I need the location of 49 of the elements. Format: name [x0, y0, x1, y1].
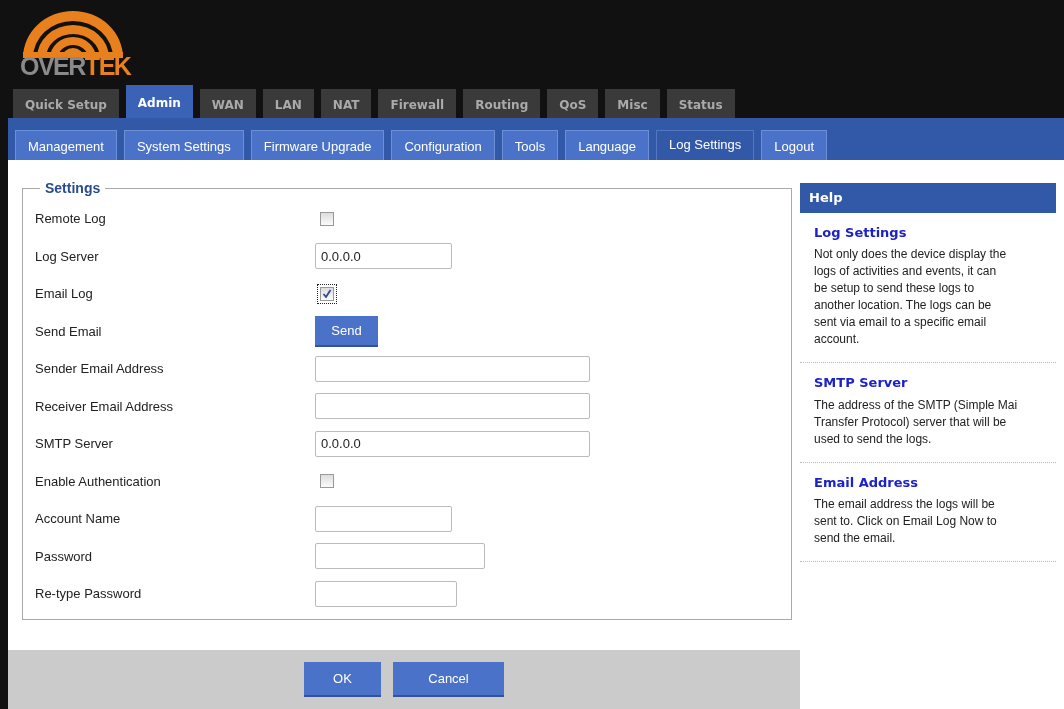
field-label: Account Name	[35, 510, 122, 528]
input-field[interactable]: 0.0.0.0	[315, 243, 452, 270]
nav-tab[interactable]: Misc	[605, 89, 660, 120]
checkmark-icon	[322, 288, 332, 299]
field-label: Sender Email Address	[35, 360, 165, 378]
field-label: Enable Authentication	[35, 472, 162, 491]
sub-tab[interactable]: System Settings	[123, 130, 244, 160]
sub-tab[interactable]: Tools	[501, 130, 559, 160]
nav-tab[interactable]: WAN	[199, 89, 256, 120]
help-heading: SMTP Server	[814, 374, 909, 392]
logo-icon	[20, 8, 126, 58]
nav-tab[interactable]: LAN	[262, 89, 314, 120]
field-label: Email Log	[35, 285, 94, 303]
help-header: Help	[800, 183, 1056, 213]
field-label: Send Email	[35, 322, 103, 341]
sub-tab[interactable]: Log Settings	[656, 130, 755, 160]
nav-tab[interactable]: Routing	[463, 89, 541, 120]
sub-tab[interactable]: Configuration	[391, 130, 495, 160]
input-field[interactable]	[315, 355, 590, 382]
help-heading: Log Settings	[814, 223, 908, 242]
help-text: The email address the logs will be sent to. Click on Email Log Now to send the email.	[814, 496, 998, 547]
field-label: Remote Log	[35, 210, 107, 228]
sub-tab[interactable]: Firmware Upgrade	[250, 130, 385, 160]
input-field[interactable]	[315, 580, 457, 607]
sub-tab[interactable]: Management	[15, 130, 117, 160]
sub-tab[interactable]: Logout	[761, 130, 828, 160]
cancel-button[interactable]: Cancel	[393, 662, 504, 697]
input-field[interactable]	[315, 505, 452, 532]
field-label: Password	[35, 547, 94, 566]
help-text: Not only does the device display the logs of activities and events, it can be setup to send these logs to another location. The logs can be sent via email to a specific email account.	[814, 246, 1008, 348]
input-field[interactable]	[315, 393, 590, 420]
input-field[interactable]	[315, 543, 485, 570]
nav-tab[interactable]: Status	[666, 89, 735, 120]
sub-tab[interactable]: Language	[565, 130, 649, 160]
send-button[interactable]: Send	[315, 315, 378, 347]
checkbox[interactable]	[317, 283, 337, 304]
nav-tab[interactable]: QoS	[547, 89, 599, 120]
field-label: Log Server	[35, 247, 100, 266]
nav-tab[interactable]: Firewall	[378, 89, 457, 120]
field-label: Re-type Password	[35, 585, 143, 603]
input-field[interactable]: 0.0.0.0	[315, 430, 590, 457]
nav-tab[interactable]: NAT	[320, 89, 372, 120]
field-label: Receiver Email Address	[35, 397, 174, 416]
nav-tab[interactable]: Quick Setup	[13, 89, 119, 120]
help-text: The address of the SMTP (Simple Mai Transfer Protocol) server that will be used to send the logs.	[814, 396, 1019, 448]
help-heading: Email Address	[814, 473, 919, 492]
ok-button[interactable]: OK	[304, 662, 381, 697]
nav-tab[interactable]: Admin	[125, 85, 193, 120]
field-label: SMTP Server	[35, 435, 114, 453]
